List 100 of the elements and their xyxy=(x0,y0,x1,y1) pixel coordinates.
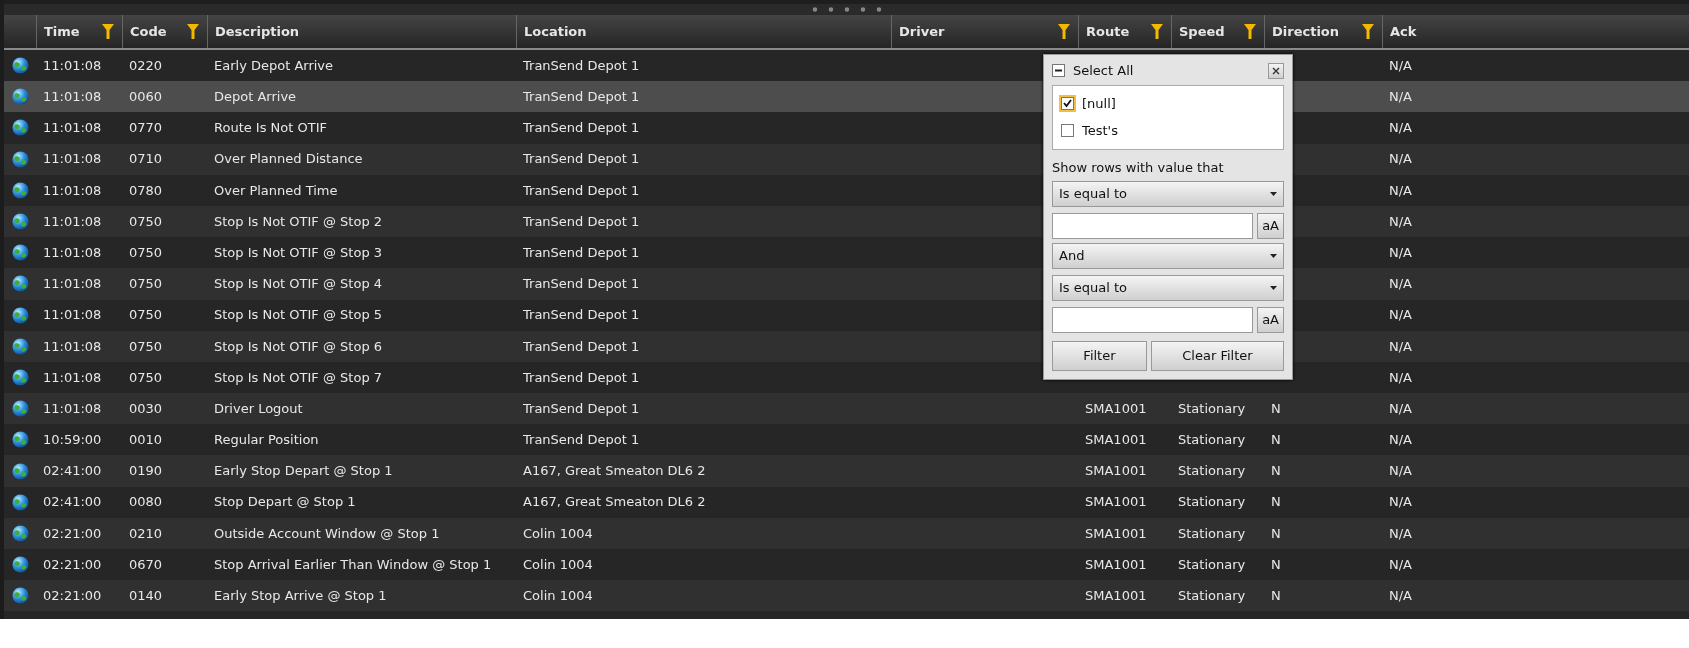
value-input[interactable] xyxy=(1052,213,1254,239)
location-cell-text: Colin 1004 xyxy=(523,555,593,574)
direction-cell-text: N xyxy=(1271,524,1281,543)
grid-row[interactable]: 02:21:00 0210 Outside Account Window @ Stop 1 Colin 1004 SMA1001 Stationary N N/A xyxy=(4,517,1689,549)
description-cell-text: Stop Depart @ Stop 1 xyxy=(214,493,356,512)
drag-handle-icon[interactable] xyxy=(811,7,882,12)
operator-dropdown[interactable]: Is equal to xyxy=(1052,275,1284,301)
time-cell-text: 11:01:08 xyxy=(43,399,102,418)
filter-icon[interactable] xyxy=(1058,24,1070,39)
globe-icon xyxy=(12,119,29,137)
speed-cell-text: Stationary xyxy=(1178,587,1246,606)
code-cell-text: 0030 xyxy=(129,399,163,418)
globe-icon xyxy=(12,556,29,574)
description-cell-text: Stop Is Not OTIF @ Stop 5 xyxy=(214,306,383,325)
globe-icon xyxy=(12,368,29,386)
column-header[interactable]: Driver xyxy=(899,21,945,42)
grid-row[interactable]: 02:21:00 0670 Stop Arrival Earlier Than Window @ Stop 1 Colin 1004 SMA1001 Stationary N N/A xyxy=(4,549,1689,581)
dropdown-caret-icon[interactable] xyxy=(1270,192,1277,196)
filter-button[interactable]: Filter xyxy=(1052,341,1147,371)
location-cell-text: TranSend Depot 1 xyxy=(523,399,640,418)
description-cell-text: Stop Is Not OTIF @ Stop 3 xyxy=(214,243,383,262)
code-cell-text: 0220 xyxy=(129,56,163,75)
direction-cell-text: N xyxy=(1271,493,1281,512)
column-header[interactable]: Speed xyxy=(1179,21,1225,42)
code-cell-text: 0190 xyxy=(129,462,163,481)
speed-cell-text: Stationary xyxy=(1178,555,1246,574)
checkbox[interactable] xyxy=(1061,124,1074,138)
description-cell-text: Depot Arrive xyxy=(214,88,297,107)
grid-row[interactable]: 10:59:00 0010 Regular Position TranSend Depot 1 SMA1001 Stationary N N/A xyxy=(4,424,1689,456)
grid-row[interactable]: 02:21:00 0140 Early Stop Arrive @ Stop 1 Colin 1004 SMA1001 Stationary N N/A xyxy=(4,580,1689,612)
close-icon[interactable] xyxy=(1272,66,1280,75)
value-input[interactable] xyxy=(1052,307,1254,333)
time-cell-text: 11:01:08 xyxy=(43,212,102,231)
code-cell-text: 0210 xyxy=(129,524,163,543)
route-cell-text: SMA1001 xyxy=(1085,462,1147,481)
code-cell-text: 0750 xyxy=(129,306,163,325)
column-header[interactable]: Route xyxy=(1086,21,1130,42)
ack-cell-text: N/A xyxy=(1389,337,1412,356)
globe-icon xyxy=(12,493,29,511)
select-all-label: Select All xyxy=(1073,62,1134,80)
column-header[interactable]: Time xyxy=(44,21,80,42)
logic-dropdown[interactable]: And xyxy=(1052,243,1284,269)
globe-icon xyxy=(12,150,29,168)
speed-cell-text: Stationary xyxy=(1178,462,1246,481)
time-cell-text: 11:01:08 xyxy=(43,56,102,75)
clear-filter-button[interactable]: Clear Filter xyxy=(1150,341,1284,371)
location-cell-text: TranSend Depot 1 xyxy=(523,306,640,325)
filter-icon[interactable] xyxy=(1362,24,1374,39)
case-toggle-button[interactable]: aA xyxy=(1257,307,1284,333)
globe-icon xyxy=(12,431,29,449)
column-header[interactable]: Location xyxy=(524,21,587,42)
location-cell-text: TranSend Depot 1 xyxy=(523,243,640,262)
filter-icon[interactable] xyxy=(1151,24,1163,39)
globe-icon xyxy=(12,57,29,75)
globe-icon xyxy=(12,337,29,355)
time-cell-text: 02:41:00 xyxy=(43,462,102,481)
direction-cell-text: N xyxy=(1271,587,1281,606)
operator-dropdown[interactable]: Is equal to xyxy=(1052,181,1284,207)
time-cell-text: 11:01:08 xyxy=(43,368,102,387)
filter-icon[interactable] xyxy=(187,24,199,39)
time-cell-text: 11:01:08 xyxy=(43,306,102,325)
description-cell-text: Over Planned Time xyxy=(214,181,338,200)
code-cell-text: 0780 xyxy=(129,181,163,200)
route-cell-text: SMA1001 xyxy=(1085,431,1147,450)
column-header[interactable]: Ack xyxy=(1390,21,1417,42)
filter-icon[interactable] xyxy=(102,24,114,39)
description-cell-text: Stop Is Not OTIF @ Stop 4 xyxy=(214,275,383,294)
close-button[interactable] xyxy=(1268,62,1284,79)
time-cell-text: 11:01:08 xyxy=(43,119,102,138)
code-cell-text: 0750 xyxy=(129,337,163,356)
description-cell-text: Stop Is Not OTIF @ Stop 7 xyxy=(214,368,383,387)
filter-icon[interactable] xyxy=(1244,24,1256,39)
location-cell-text: Colin 1004 xyxy=(523,587,593,606)
case-toggle-button[interactable]: aA xyxy=(1257,213,1284,239)
column-header[interactable]: Code xyxy=(130,21,167,42)
location-cell-text: TranSend Depot 1 xyxy=(523,88,640,107)
grid-row[interactable]: 02:41:00 0080 Stop Depart @ Stop 1 A167, Great Smeaton DL6 2 SMA1001 Stationary N N/A xyxy=(4,486,1689,518)
select-all-checkbox[interactable] xyxy=(1052,64,1065,78)
grid-row[interactable]: 11:01:08 0030 Driver Logout TranSend Depot 1 SMA1001 Stationary N N/A xyxy=(4,393,1689,425)
ack-cell-text: N/A xyxy=(1389,462,1412,481)
dropdown-caret-icon[interactable] xyxy=(1270,254,1277,258)
globe-icon xyxy=(12,400,29,418)
checkbox[interactable] xyxy=(1061,96,1074,110)
column-header[interactable]: Direction xyxy=(1272,21,1340,42)
code-cell-text: 0140 xyxy=(129,587,163,606)
location-cell-text: A167, Great Smeaton DL6 2 xyxy=(523,493,706,512)
grid-row[interactable]: 02:41:00 0190 Early Stop Depart @ Stop 1 A167, Great Smeaton DL6 2 SMA1001 Stationary N N/A xyxy=(4,455,1689,487)
location-cell-text: Colin 1004 xyxy=(523,524,593,543)
column-header[interactable]: Description xyxy=(215,21,300,42)
ack-cell-text: N/A xyxy=(1389,212,1412,231)
route-cell-text: SMA1001 xyxy=(1085,587,1147,606)
dropdown-caret-icon[interactable] xyxy=(1270,286,1277,290)
location-cell-text: TranSend Depot 1 xyxy=(523,368,640,387)
speed-cell-text: Stationary xyxy=(1178,399,1246,418)
time-cell-text: 11:01:08 xyxy=(43,337,102,356)
ack-cell-text: N/A xyxy=(1389,150,1412,169)
ack-cell-text: N/A xyxy=(1389,119,1412,138)
code-cell-text: 0750 xyxy=(129,243,163,262)
time-cell-text: 11:01:08 xyxy=(43,275,102,294)
time-cell-text: 02:21:00 xyxy=(43,587,102,606)
